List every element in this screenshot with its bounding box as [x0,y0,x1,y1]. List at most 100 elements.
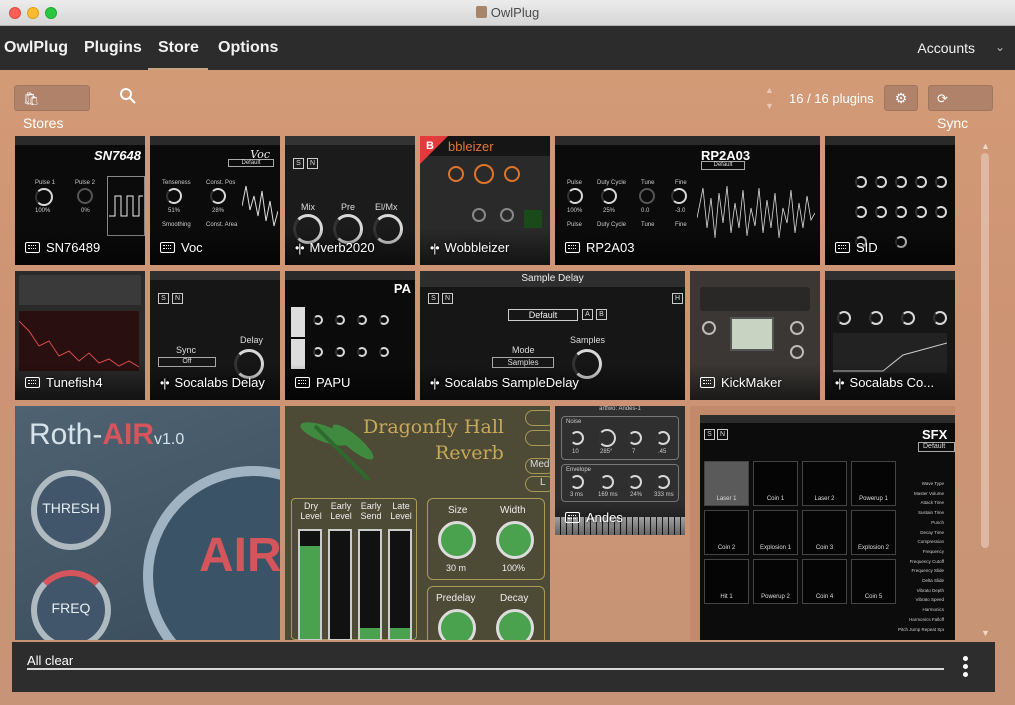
product-card[interactable]: PA PAPU [285,271,415,400]
roth-air-screenshot[interactable]: Roth-AIRv1.0 THRESH FREQ AIR [15,406,280,640]
preset-select: Default [228,159,274,167]
more-options-icon[interactable] [960,656,970,678]
sort-arrows-icon[interactable]: ▲ ▼ [765,82,774,114]
product-card[interactable]: Voc Default Tenseness Const. Pos 51% 28%… [150,136,280,265]
tab-store[interactable]: Store [148,26,208,70]
product-label: RP2A03 [565,240,634,255]
brand-label[interactable]: OwlPlug [4,26,68,70]
sfx-param-label: Wave Type [921,481,944,486]
plugin-screenshot-title: PA [393,281,411,296]
audio-effect-icon: •|• [430,375,439,390]
sfx-pad: Powerup 2 [753,559,798,604]
meter-label: Late Level [390,501,412,521]
meter-label: Early Send [360,501,382,521]
param-label: Fine [675,222,687,228]
product-card[interactable]: SN7648 Pulse 1 Pulse 2 100% 0% SN76489 [15,136,145,265]
param-value: 7 [632,449,636,455]
sfx-pad: Explosion 1 [753,510,798,555]
product-label: Andes [565,510,623,525]
knob [472,208,486,222]
param-value: 0.0 [641,208,650,214]
knob [570,475,584,489]
sfx-screenshot[interactable]: S N SFX Default Laser 1 Coin 1 Laser 2 Powe… [690,406,955,640]
plugin-count: 16 / 16 plugins [789,91,874,106]
knob [875,206,887,218]
n-button: N [307,158,318,169]
knob [935,176,947,188]
lcd-display [730,317,774,351]
product-card[interactable]: KickMaker [690,271,820,400]
s-button: S [158,293,169,304]
knob [474,164,494,184]
tab-options[interactable]: Options [218,26,278,70]
product-card[interactable]: RP2A03 Default Pulse Duty Cycle Tune Fin… [555,136,820,265]
plugin-window-header [700,415,955,423]
plugin-screenshot-title: Dragonfly Hall [363,416,504,438]
knob [379,315,389,325]
scroll-down-arrow-icon[interactable]: ▼ [981,628,990,638]
sfx-param-label: Harmonics Falloff [909,616,944,622]
product-card[interactable]: Sample Delay S N H Default A B Mode Samp… [420,271,685,400]
search-icon[interactable] [119,87,137,105]
store-settings-button[interactable]: ⚙ [884,85,918,111]
preset-select: Default [508,309,578,321]
product-card[interactable]: SID [825,136,955,265]
plugin-window-header [150,136,280,145]
product-label: Voc [160,240,203,255]
store-icon: 🛍 [23,91,40,106]
keyboard-icon [25,377,40,388]
param-label: Tune [641,222,655,228]
param-value: 0% [81,208,90,214]
knob-label: Width [500,505,526,516]
h-button: H [672,293,683,304]
keyboard-icon [700,377,715,388]
side-button [525,430,550,446]
side-button: L [525,476,550,492]
tab-plugins[interactable]: Plugins [84,26,142,70]
decay-knob [496,609,534,640]
waveform-display [242,185,278,227]
plugin-window-header: artfwo: Andes-1 [599,406,641,412]
product-card[interactable]: artfwo: Andes-1 Noise 10 285° 7 .45 Enve… [555,406,685,535]
param-label: Duty Cycle [597,222,627,228]
product-card[interactable]: B bbleizer •|• Wobbleizer [420,136,550,265]
sfx-pad: Coin 1 [753,461,798,506]
sfx-param-label: Punch [931,519,944,525]
product-name: Wobbleizer [444,240,510,255]
param-value: 51% [168,208,181,214]
main-menu-bar: OwlPlug Plugins Store Options Accounts ⌄ [0,26,1015,70]
param-value: .45 [658,449,667,455]
accounts-menu[interactable]: Accounts [917,26,975,70]
product-name: Tunefish4 [46,375,103,390]
stores-button[interactable]: 🛍 Stores [14,85,90,131]
title-brand: AIR [102,418,155,451]
product-name: Mverb2020 [309,240,375,255]
sfx-param-label: Vibrato Depth [916,587,944,593]
product-card[interactable]: Tunefish4 [15,271,145,400]
product-card[interactable]: •|• Socalabs Co... [825,271,955,400]
scroll-up-arrow-icon[interactable]: ▲ [981,141,990,151]
sfx-pad: Coin 3 [802,510,847,555]
window-title-text: OwlPlug [490,5,540,20]
knob [656,475,670,489]
product-card[interactable]: S N Sync Off Delay •|• Socalabs Delay [150,271,280,400]
knob [628,431,642,445]
param-value: 10 [572,449,579,455]
sfx-param-label: Frequency [922,548,944,554]
param-value: 285° [600,449,613,455]
product-name: Socalabs Co... [849,375,935,390]
product-card[interactable]: S N Mix Pre El/Mx •|• Mverb2020 [285,136,415,265]
title-prefix: Roth- [29,418,103,451]
knob [790,321,804,335]
status-text: All clear [27,653,74,668]
s-button: S [428,293,439,304]
knob [702,321,716,335]
param-value: 333 ms [654,492,674,498]
dragonfly-reverb-screenshot[interactable]: Dragonfly Hall Reverb Med L Dry Level Ea… [285,406,550,640]
sfx-pad: Coin 5 [851,559,896,604]
plugin-screenshot-title: SN7648 [94,148,141,163]
scrollbar-thumb[interactable] [981,153,989,548]
chevron-down-icon[interactable]: ⌄ [995,40,1005,54]
knob [915,206,927,218]
sync-button[interactable]: ⟳ Sync [928,85,993,131]
